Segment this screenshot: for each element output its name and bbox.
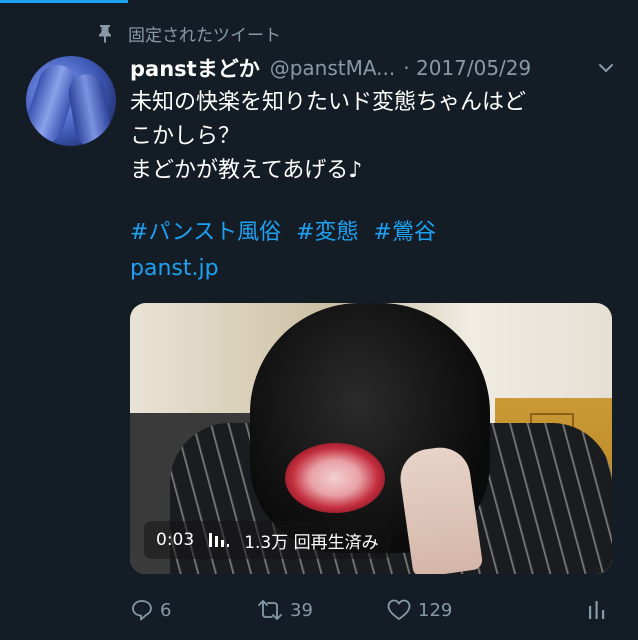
- reply-count: 6: [160, 599, 172, 621]
- url-link[interactable]: panst.jp: [130, 252, 219, 286]
- retweet-icon: [258, 600, 282, 620]
- video-frame: [285, 443, 385, 513]
- tweet-text-line: 未知の快楽を知りたいド変態ちゃんはど: [130, 90, 527, 115]
- tweet-actions: 6 39 129: [130, 592, 610, 628]
- tweet-text: 未知の快楽を知りたいド変態ちゃんはど こかしら？ まどかが教えてあげる♪: [130, 86, 610, 188]
- video-time: 0:03: [156, 530, 195, 550]
- hashtag-link[interactable]: #鶯谷: [374, 220, 436, 245]
- analytics-button[interactable]: [586, 592, 614, 628]
- avatar[interactable]: [26, 56, 116, 146]
- hashtag-row: #パンスト風俗 #変態 #鶯谷: [130, 216, 444, 250]
- top-accent-bar: [0, 0, 128, 3]
- avatar-image-part: [65, 71, 115, 146]
- pin-icon: [99, 25, 111, 43]
- analytics-icon: [589, 601, 605, 619]
- video-player[interactable]: 0:03 1.3万 回再生済み: [130, 303, 612, 574]
- like-button[interactable]: 129: [386, 592, 452, 628]
- pinned-label: 固定されたツイート: [128, 25, 281, 46]
- user-handle[interactable]: @panstMA...: [270, 56, 396, 80]
- retweet-button[interactable]: 39: [256, 592, 313, 628]
- like-icon: [387, 599, 411, 620]
- tweet-header: panstまどか @panstMA... · 2017/05/29: [130, 50, 620, 86]
- retweet-count: 39: [290, 599, 313, 621]
- video-stats-icon: [209, 533, 230, 547]
- pinned-indicator: 固定されたツイート: [96, 20, 281, 46]
- display-name[interactable]: panstまどか: [130, 53, 260, 83]
- tweet-text-line: まどかが教えてあげる♪: [130, 158, 363, 183]
- video-info-overlay: 0:03 1.3万 回再生済み: [144, 521, 391, 559]
- tweet-text-line: こかしら？: [130, 124, 241, 149]
- chevron-down-icon[interactable]: [596, 58, 616, 78]
- tweet-date[interactable]: · 2017/05/29: [403, 56, 531, 80]
- like-count: 129: [418, 599, 453, 621]
- hashtag-link[interactable]: #変態: [296, 220, 358, 245]
- reply-button[interactable]: 6: [130, 592, 171, 628]
- reply-icon: [132, 600, 152, 621]
- video-view-count: 1.3万 回再生済み: [244, 532, 379, 553]
- hashtag-link[interactable]: #パンスト風俗: [130, 220, 281, 245]
